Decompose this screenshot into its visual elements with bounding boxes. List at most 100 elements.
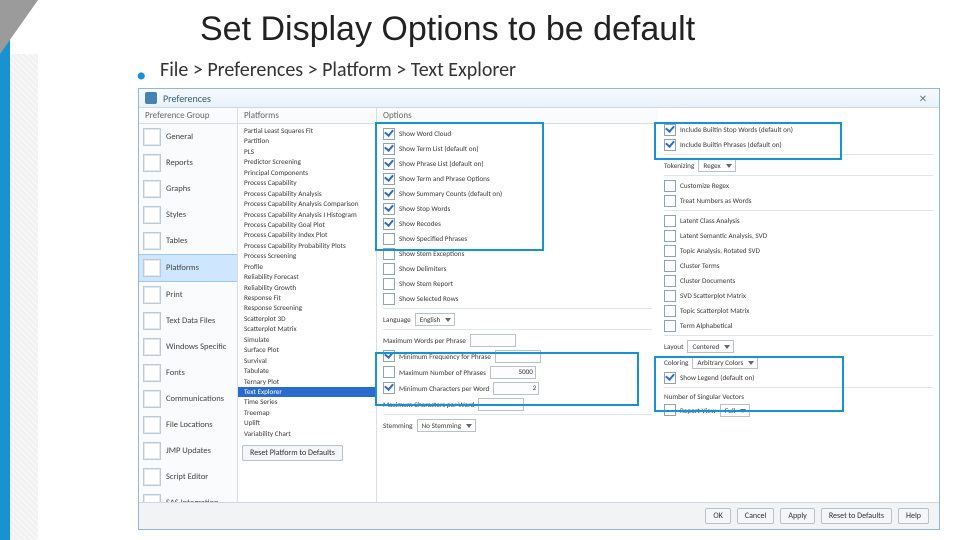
option-checkbox[interactable] xyxy=(664,215,676,227)
platform-item[interactable]: Time Series xyxy=(238,397,376,407)
platform-item[interactable]: Partial Least Squares Fit xyxy=(238,126,376,136)
platform-item[interactable]: Scatterplot Matrix xyxy=(238,324,376,334)
option-checkbox[interactable] xyxy=(383,143,395,155)
help-button[interactable]: Help xyxy=(898,508,929,524)
sidebar-item-styles[interactable]: Styles xyxy=(139,202,237,228)
layout-select[interactable]: Centered xyxy=(687,340,734,353)
sidebar-item-script-editor[interactable]: Script Editor xyxy=(139,464,237,490)
reset-platform-button[interactable]: Reset Platform to Defaults xyxy=(242,445,343,461)
tokenizing-select[interactable]: Regex xyxy=(698,159,735,172)
platform-item[interactable]: Process Capability xyxy=(238,178,376,188)
category-icon xyxy=(143,286,161,304)
option-checkbox[interactable] xyxy=(664,139,676,151)
option-checkbox[interactable] xyxy=(383,263,395,275)
option-label: Treat Numbers as Words xyxy=(680,196,752,205)
option-checkbox[interactable] xyxy=(383,366,395,378)
sidebar-item-windows-specific[interactable]: Windows Specific xyxy=(139,334,237,360)
platform-item[interactable]: Scatterplot 3D xyxy=(238,314,376,324)
option-checkbox[interactable] xyxy=(383,128,395,140)
sidebar-item-platforms[interactable]: Platforms xyxy=(139,254,237,282)
option-label: Customize Regex xyxy=(680,181,729,190)
platform-item[interactable]: Surface Plot xyxy=(238,345,376,355)
option-checkbox[interactable] xyxy=(383,188,395,200)
sidebar-item-text-data-files[interactable]: Text Data Files xyxy=(139,308,237,334)
stemming-select[interactable]: No Stemming xyxy=(417,419,477,432)
option-checkbox[interactable] xyxy=(383,248,395,260)
sidebar-item-communications[interactable]: Communications xyxy=(139,386,237,412)
option-checkbox[interactable] xyxy=(664,305,676,317)
sidebar-item-tables[interactable]: Tables xyxy=(139,228,237,254)
close-icon[interactable]: ✕ xyxy=(913,92,933,105)
platform-item[interactable]: Response Screening xyxy=(238,303,376,313)
option-value-input[interactable] xyxy=(495,350,541,363)
report-view-label: Report View xyxy=(680,406,716,415)
option-checkbox[interactable] xyxy=(383,278,395,290)
option-value-input[interactable]: 5000 xyxy=(490,366,536,379)
sidebar-item-general[interactable]: General xyxy=(139,124,237,150)
platform-item[interactable]: PLS xyxy=(238,147,376,157)
platforms-header: Platforms xyxy=(238,108,376,124)
option-checkbox[interactable] xyxy=(383,173,395,185)
platform-item[interactable]: Process Capability Index Plot xyxy=(238,230,376,240)
option-checkbox[interactable] xyxy=(664,195,676,207)
platform-item[interactable]: Process Capability Analysis xyxy=(238,189,376,199)
ok-button[interactable]: OK xyxy=(705,508,730,524)
option-checkbox[interactable] xyxy=(383,218,395,230)
platform-item[interactable]: Process Capability Analysis Comparison xyxy=(238,199,376,209)
option-checkbox[interactable] xyxy=(383,233,395,245)
option-checkbox[interactable] xyxy=(383,382,395,394)
option-checkbox[interactable] xyxy=(664,275,676,287)
option-label: Topic Analysis, Rotated SVD xyxy=(680,246,760,255)
option-checkbox[interactable] xyxy=(383,293,395,305)
cancel-button[interactable]: Cancel xyxy=(737,508,775,524)
sidebar-item-reports[interactable]: Reports xyxy=(139,150,237,176)
platform-item[interactable]: Tabulate xyxy=(238,366,376,376)
reset-to-defaults-button[interactable]: Reset to Defaults xyxy=(821,508,892,524)
platform-item[interactable]: Partition xyxy=(238,136,376,146)
option-checkbox[interactable] xyxy=(664,230,676,242)
report-view-checkbox[interactable] xyxy=(664,404,676,416)
show-legend-checkbox[interactable] xyxy=(664,372,676,384)
option-checkbox[interactable] xyxy=(664,320,676,332)
sidebar-item-sas-integration[interactable]: SAS Integration xyxy=(139,490,237,502)
sidebar-item-file-locations[interactable]: File Locations xyxy=(139,412,237,438)
platform-item[interactable]: Response Fit xyxy=(238,293,376,303)
platform-item[interactable]: Reliability Growth xyxy=(238,283,376,293)
option-checkbox[interactable] xyxy=(664,245,676,257)
platform-item[interactable]: Variability Chart xyxy=(238,429,376,439)
platform-item[interactable]: Uplift xyxy=(238,418,376,428)
sidebar-item-jmp-updates[interactable]: JMP Updates xyxy=(139,438,237,464)
category-icon xyxy=(143,390,161,408)
platform-item[interactable]: Treemap xyxy=(238,408,376,418)
platform-item[interactable]: Principal Components xyxy=(238,168,376,178)
apply-button[interactable]: Apply xyxy=(780,508,815,524)
sidebar-item-print[interactable]: Print xyxy=(139,282,237,308)
platform-item[interactable]: Process Capability Analysis I Histogram xyxy=(238,210,376,220)
report-view-select[interactable]: Full xyxy=(720,404,750,417)
option-checkbox[interactable] xyxy=(664,124,676,136)
option-checkbox[interactable] xyxy=(383,350,395,362)
platform-item[interactable]: Ternary Plot xyxy=(238,377,376,387)
maxchars-input[interactable] xyxy=(478,398,524,411)
platform-item[interactable]: Simulate xyxy=(238,335,376,345)
option-checkbox[interactable] xyxy=(664,260,676,272)
platform-item[interactable]: Reliability Forecast xyxy=(238,272,376,282)
sidebar-item-fonts[interactable]: Fonts xyxy=(139,360,237,386)
option-checkbox[interactable] xyxy=(383,203,395,215)
coloring-select[interactable]: Arbitrary Colors xyxy=(692,356,758,369)
platform-item[interactable]: Process Capability Goal Plot xyxy=(238,220,376,230)
platform-item[interactable]: Predictor Screening xyxy=(238,157,376,167)
platform-item[interactable]: Process Capability Probability Plots xyxy=(238,241,376,251)
platform-item[interactable]: Text Explorer xyxy=(238,387,376,397)
language-select[interactable]: English xyxy=(415,313,456,326)
sidebar-item-graphs[interactable]: Graphs xyxy=(139,176,237,202)
option-checkbox[interactable] xyxy=(664,180,676,192)
option-checkbox[interactable] xyxy=(664,290,676,302)
option-value-input[interactable]: 2 xyxy=(493,382,539,395)
option-checkbox[interactable] xyxy=(383,158,395,170)
platform-item[interactable]: Process Screening xyxy=(238,251,376,261)
platform-item[interactable]: Survival xyxy=(238,356,376,366)
options-header: Options xyxy=(377,108,658,124)
platform-item[interactable]: Profile xyxy=(238,262,376,272)
maxwords-input[interactable] xyxy=(470,334,516,347)
